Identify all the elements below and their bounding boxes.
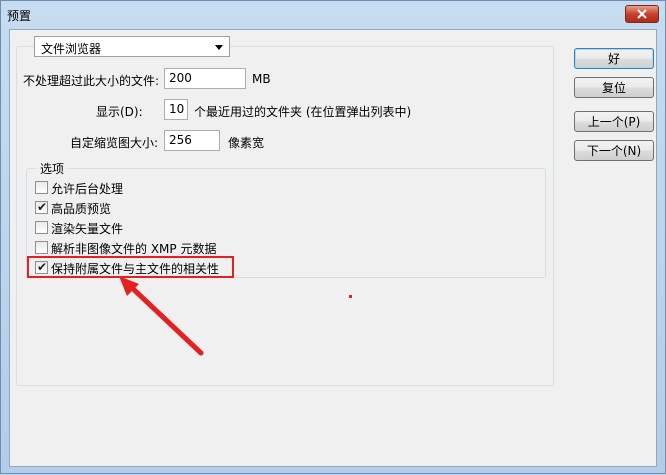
annotation-arrow xyxy=(119,276,352,356)
preferences-window: 预置 文件浏览器 不处理超过此大小的文件: 200 MB 显示(D): 10 个… xyxy=(0,0,666,474)
